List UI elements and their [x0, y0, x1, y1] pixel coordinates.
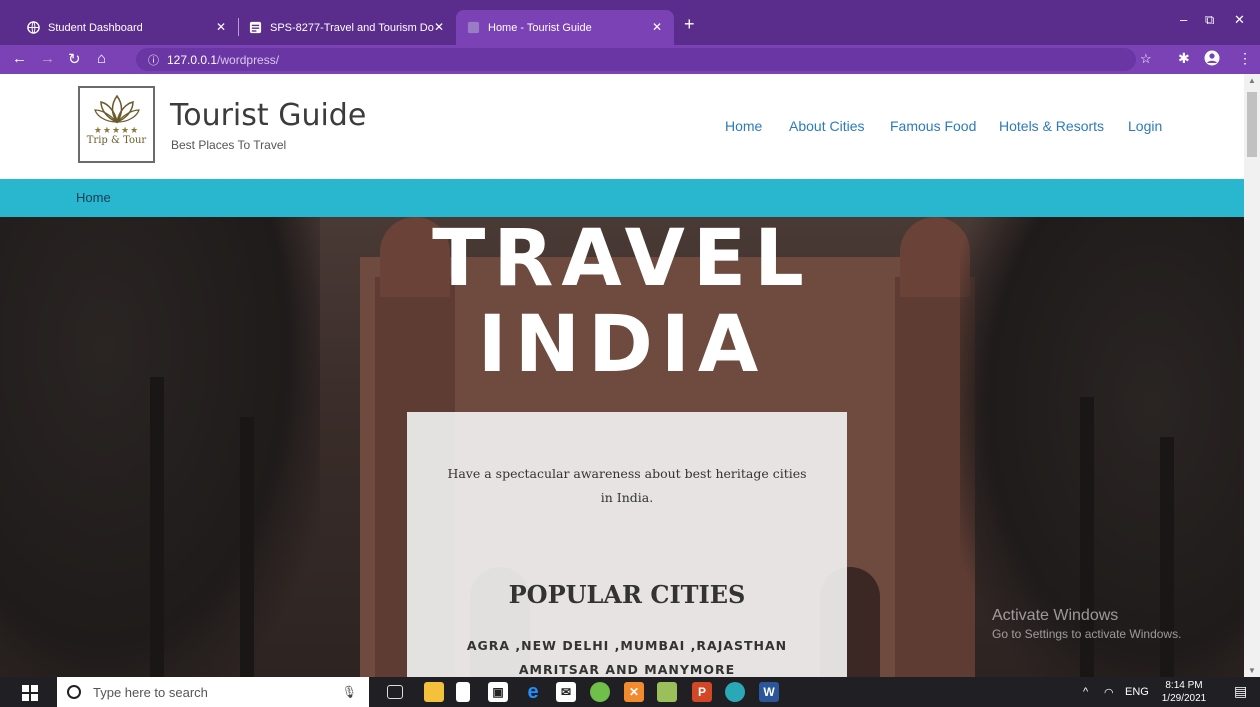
page-scrollbar[interactable]: ▲ ▼ [1244, 74, 1260, 677]
card-heading: POPULAR CITIES [508, 580, 746, 609]
mail-icon[interactable]: ✉ [556, 682, 576, 702]
nav-home[interactable]: Home [725, 118, 762, 134]
hero-title-line2: INDIA [477, 300, 767, 390]
card-description: Have a spectacular awareness about best … [447, 466, 807, 505]
globe-icon [26, 21, 40, 35]
site-title[interactable]: Tourist Guide [170, 98, 366, 133]
android-app-icon[interactable] [590, 682, 610, 702]
close-icon[interactable]: ✕ [652, 20, 662, 34]
hero-card: Have a spectacular awareness about best … [407, 412, 847, 677]
xampp-icon[interactable]: ✕ [624, 682, 644, 702]
watermark-title: Activate Windows [992, 607, 1119, 624]
document-icon [248, 21, 262, 35]
lotus-icon [93, 94, 140, 124]
store-icon[interactable]: ▣ [488, 682, 508, 702]
profile-icon[interactable] [1204, 50, 1220, 69]
tab-student-dashboard[interactable]: Student Dashboard ✕ [16, 10, 238, 45]
powerpoint-icon[interactable]: P [692, 682, 712, 702]
close-icon[interactable]: ✕ [216, 20, 226, 34]
forward-arrow-icon[interactable]: → [40, 50, 55, 67]
url-path: /wordpress/ [217, 52, 280, 67]
scrollbar-thumb[interactable] [1247, 92, 1257, 157]
menu-kebab-icon[interactable]: ⋮ [1238, 50, 1252, 67]
file-explorer-icon[interactable] [424, 682, 444, 702]
hero-title-line1: TRAVEL [432, 217, 812, 304]
close-icon[interactable]: ✕ [434, 20, 444, 34]
task-view-icon[interactable] [387, 685, 403, 699]
hero-tree-trunk [240, 417, 254, 677]
language-indicator[interactable]: ENG [1125, 686, 1149, 698]
browser-tab-bar: Student Dashboard ✕ SPS-8277-Travel and … [0, 0, 1260, 45]
nav-about-cities[interactable]: About Cities [789, 118, 864, 134]
hero-tree-trunk [1160, 437, 1174, 677]
new-tab-button[interactable]: + [684, 14, 695, 35]
hero-banner: TRAVEL INDIA Have a spectacular awarenes… [0, 217, 1244, 677]
breadcrumb-bar: Home [0, 179, 1260, 217]
nav-famous-food[interactable]: Famous Food [890, 118, 976, 134]
search-placeholder: Type here to search [93, 684, 208, 700]
home-icon[interactable]: ⌂ [97, 50, 106, 67]
word-icon[interactable]: W [759, 682, 779, 702]
edge-legacy-icon[interactable]: e [523, 681, 543, 703]
activate-windows-watermark: Activate Windows Go to Settings to activ… [992, 607, 1181, 641]
breadcrumb-home[interactable]: Home [76, 190, 111, 205]
taskbar-clock[interactable]: 8:14 PM 1/29/2021 [1158, 679, 1210, 705]
card-cities-list: AGRA ,NEW DELHI ,MUMBAI ,RAJASTHAN AMRIT… [466, 638, 788, 677]
reload-icon[interactable]: ↻ [68, 50, 81, 68]
windows-start-icon[interactable] [22, 685, 38, 701]
notifications-icon[interactable]: ▤ [1234, 683, 1247, 700]
scroll-up-icon[interactable]: ▲ [1248, 76, 1256, 85]
address-bar-row: ← → ↻ ⌂ ⓘ 127.0.0.1 /wordpress/ ☆ ✱ ⋮ [0, 45, 1260, 74]
logo-stars: ★★★★★ [93, 125, 140, 135]
clock-time: 8:14 PM [1165, 680, 1203, 691]
windows-taskbar: Type here to search 🎙 ▣ e ✉ ✕ P W ^ ◠ EN… [0, 677, 1260, 707]
tab-home-tourist-guide[interactable]: Home - Tourist Guide ✕ [456, 10, 674, 45]
tab-travel-tourism-doc[interactable]: SPS-8277-Travel and Tourism Do ✕ [238, 10, 456, 45]
extensions-icon[interactable]: ✱ [1178, 50, 1190, 67]
page-favicon-icon [466, 21, 480, 35]
tab-title: Student Dashboard [48, 21, 143, 34]
minimize-button[interactable]: – [1180, 12, 1187, 27]
info-icon[interactable]: ⓘ [148, 52, 159, 68]
maximize-button[interactable]: ⧉ [1205, 12, 1214, 28]
nav-hotels-resorts[interactable]: Hotels & Resorts [999, 118, 1104, 134]
site-tagline: Best Places To Travel [171, 138, 287, 152]
tab-title: SPS-8277-Travel and Tourism Do [270, 21, 434, 34]
microphone-icon[interactable]: 🎙 [342, 685, 357, 699]
image-editor-icon[interactable] [657, 682, 677, 702]
cortana-icon [67, 685, 81, 699]
site-logo[interactable]: ★★★★★ Trip & Tour [78, 86, 155, 163]
notepad-icon[interactable] [456, 682, 470, 702]
watermark-subtitle: Go to Settings to activate Windows. [992, 627, 1182, 641]
url-input[interactable]: ⓘ 127.0.0.1 /wordpress/ [136, 48, 1136, 71]
hero-tree-trunk [150, 377, 164, 677]
tray-chevron-up-icon[interactable]: ^ [1083, 686, 1088, 698]
tab-title: Home - Tourist Guide [488, 21, 592, 34]
wifi-icon[interactable]: ◠ [1104, 686, 1114, 699]
url-host: 127.0.0.1 [167, 52, 218, 67]
nav-login[interactable]: Login [1128, 118, 1162, 134]
logo-text: Trip & Tour [86, 135, 147, 146]
clock-date: 1/29/2021 [1161, 693, 1207, 704]
site-header: ★★★★★ Trip & Tour Tourist Guide Best Pla… [0, 74, 1260, 179]
scroll-down-icon[interactable]: ▼ [1248, 666, 1256, 675]
bookmark-star-icon[interactable]: ☆ [1140, 51, 1152, 67]
back-arrow-icon[interactable]: ← [12, 50, 27, 67]
taskbar-search-input[interactable]: Type here to search 🎙 [57, 677, 369, 707]
close-window-button[interactable]: ✕ [1234, 12, 1245, 28]
edge-icon[interactable] [725, 682, 745, 702]
